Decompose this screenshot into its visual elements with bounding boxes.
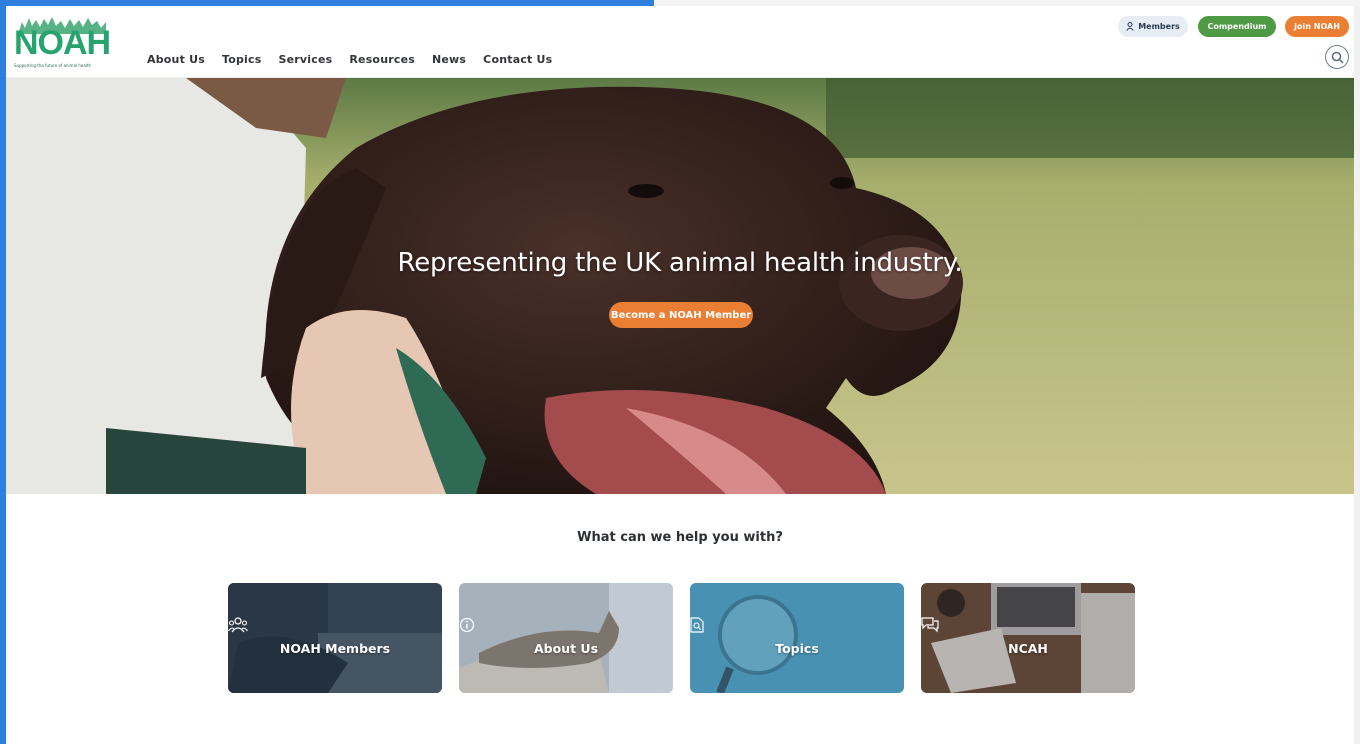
logo-tagline: Supporting the future of animal health (14, 63, 92, 68)
become-member-button[interactable]: Become a NOAH Member (609, 302, 753, 328)
search-button[interactable] (1325, 45, 1349, 69)
card-label: Topics (775, 641, 819, 656)
nav-news[interactable]: News (432, 53, 466, 66)
people-icon (228, 617, 248, 633)
noah-logo[interactable]: NOAH Supporting the future of animal hea… (14, 16, 111, 72)
search-icon (1331, 51, 1344, 64)
help-heading: What can we help you with? (577, 530, 783, 545)
nav-topics[interactable]: Topics (222, 53, 262, 66)
nav-resources[interactable]: Resources (349, 53, 415, 66)
hero-photo-dog (6, 78, 1354, 494)
card-label: NOAH Members (279, 641, 391, 656)
members-button-label: Members (1138, 22, 1180, 31)
card-photo-meeting (228, 583, 442, 693)
nav-services[interactable]: Services (278, 53, 332, 66)
info-icon (459, 617, 475, 633)
user-icon (1126, 22, 1134, 31)
card-about-us[interactable]: About Us (459, 583, 673, 693)
members-button[interactable]: Members (1118, 16, 1188, 37)
compendium-button[interactable]: Compendium (1198, 16, 1276, 37)
card-photo-magnifier (690, 583, 904, 693)
card-ncah[interactable]: NCAH (921, 583, 1135, 693)
nav-about-us[interactable]: About Us (147, 53, 205, 66)
window-frame-right (1354, 6, 1360, 744)
hero-banner: Representing the UK animal health indust… (6, 78, 1354, 494)
card-photo-desk (921, 583, 1135, 693)
logo-wordmark: NOAH (14, 24, 111, 62)
card-photo-cat (459, 583, 673, 693)
hero-title: Representing the UK animal health indust… (397, 248, 963, 278)
card-noah-members[interactable]: NOAH Members (228, 583, 442, 693)
card-topics[interactable]: Topics (690, 583, 904, 693)
card-label: About Us (533, 641, 599, 656)
main-nav: About Us Topics Services Resources News … (147, 53, 552, 66)
chat-icon (921, 617, 939, 633)
nav-contact-us[interactable]: Contact Us (483, 53, 552, 66)
card-label: NCAH (1008, 641, 1048, 656)
document-search-icon (690, 617, 704, 633)
join-noah-button[interactable]: Join NOAH (1285, 16, 1349, 37)
site-header: NOAH Supporting the future of animal hea… (6, 6, 1354, 78)
